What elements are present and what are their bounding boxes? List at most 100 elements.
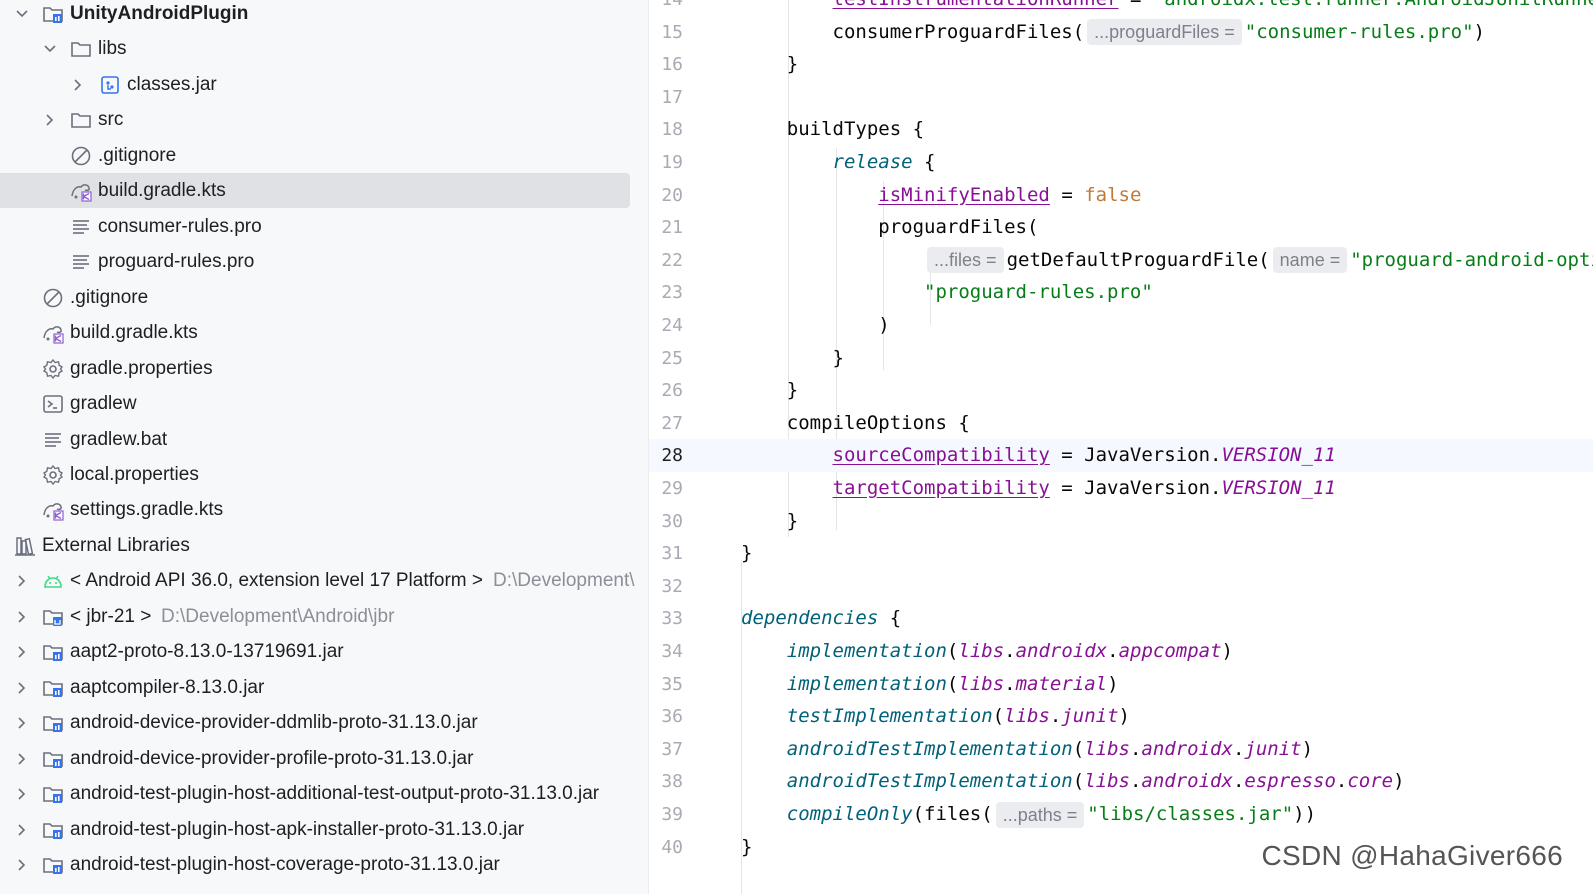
code-line[interactable]: 24 ): [649, 309, 1593, 342]
code-text[interactable]: proguardFiles(: [741, 211, 1038, 244]
tree-item[interactable]: android-device-provider-profile-proto-31…: [0, 741, 648, 776]
chevron-right-icon[interactable]: [14, 573, 30, 589]
chevron-right-icon[interactable]: [14, 715, 30, 731]
tree-item[interactable]: gradle.properties: [0, 351, 648, 386]
chevron-right-icon[interactable]: [70, 77, 86, 93]
tree-item[interactable]: .gitignore: [0, 138, 648, 173]
tree-item[interactable]: consumer-rules.pro: [0, 209, 648, 244]
tree-item[interactable]: aapt2-proto-8.13.0-13719691.jar: [0, 634, 648, 669]
code-line[interactable]: 39 compileOnly(files(...paths = "libs/cla…: [649, 798, 1593, 831]
code-text[interactable]: compileOptions {: [741, 407, 970, 440]
code-line[interactable]: 38 androidTestImplementation(libs.androi…: [649, 765, 1593, 798]
code-line[interactable]: 28 sourceCompatibility = JavaVersion.VER…: [649, 439, 1593, 473]
chevron-down-icon[interactable]: [14, 6, 30, 22]
tree-item[interactable]: android-test-plugin-host-coverage-proto-…: [0, 847, 648, 882]
code-text[interactable]: testImplementation(libs.junit): [741, 700, 1130, 733]
tree-item[interactable]: proguard-rules.pro: [0, 244, 648, 279]
code-line[interactable]: 25 }: [649, 342, 1593, 375]
code-text[interactable]: consumerProguardFiles(...proguardFiles =…: [741, 16, 1485, 49]
code-editor[interactable]: 14 testInstrumentationRunner = "androidx…: [649, 0, 1593, 894]
tree-item[interactable]: aaptcompiler-8.13.0.jar: [0, 670, 648, 705]
code-line[interactable]: 35 implementation(libs.material): [649, 668, 1593, 701]
code-text[interactable]: "proguard-rules.pro": [741, 276, 1153, 309]
code-text[interactable]: }: [741, 505, 798, 538]
code-text[interactable]: testInstrumentationRunner = "androidx.te…: [741, 0, 1593, 16]
android-icon: [42, 570, 64, 592]
code-line[interactable]: 30 }: [649, 505, 1593, 538]
code-text[interactable]: ...files = getDefaultProguardFile(name = "…: [741, 244, 1593, 277]
code-text[interactable]: implementation(libs.material): [741, 668, 1119, 701]
code-line[interactable]: 21 proguardFiles(: [649, 211, 1593, 244]
chevron-right-icon[interactable]: [14, 822, 30, 838]
code-text[interactable]: androidTestImplementation(libs.androidx.…: [741, 733, 1313, 766]
chevron-right-icon[interactable]: [14, 644, 30, 660]
chevron-down-icon[interactable]: [42, 41, 58, 57]
code-line[interactable]: 37 androidTestImplementation(libs.androi…: [649, 733, 1593, 766]
tree-item[interactable]: local.properties: [0, 457, 648, 492]
tree-item[interactable]: .gitignore: [0, 280, 648, 315]
code-text[interactable]: }: [741, 342, 844, 375]
code-line[interactable]: 23 "proguard-rules.pro": [649, 276, 1593, 309]
code-text[interactable]: buildTypes {: [741, 113, 924, 146]
code-text[interactable]: }: [741, 374, 798, 407]
code-text[interactable]: compileOnly(files(...paths = "libs/classe…: [741, 798, 1316, 831]
code-line[interactable]: 26 }: [649, 374, 1593, 407]
chevron-right-icon[interactable]: [14, 751, 30, 767]
tree-item[interactable]: build.gradle.kts: [0, 315, 648, 350]
code-line[interactable]: 20 isMinifyEnabled = false: [649, 179, 1593, 212]
tree-item[interactable]: android-device-provider-ddmlib-proto-31.…: [0, 705, 648, 740]
code-text[interactable]: dependencies {: [741, 602, 901, 635]
code-line[interactable]: 33 dependencies {: [649, 602, 1593, 635]
tree-item[interactable]: External Libraries: [0, 528, 648, 563]
chevron-right-icon[interactable]: [42, 112, 58, 128]
chevron-right-icon[interactable]: [14, 680, 30, 696]
code-line[interactable]: 22 ...files = getDefaultProguardFile(name…: [649, 244, 1593, 277]
code-text[interactable]: release {: [741, 146, 936, 179]
line-number: 17: [661, 86, 683, 108]
tree-item[interactable]: UnityAndroidPlugin: [0, 0, 648, 31]
code-line[interactable]: 36 testImplementation(libs.junit): [649, 700, 1593, 733]
code-line[interactable]: 19 release {: [649, 146, 1593, 179]
tree-item[interactable]: classes.jar: [0, 67, 648, 102]
chevron-right-icon[interactable]: [14, 609, 30, 625]
tree-item[interactable]: android-test-plugin-host-apk-installer-p…: [0, 812, 648, 847]
tree-item-label: android-test-plugin-host-coverage-proto-…: [70, 853, 500, 875]
code-line[interactable]: 32: [649, 570, 1593, 603]
code-text[interactable]: implementation(libs.androidx.appcompat): [741, 635, 1233, 668]
code-line[interactable]: 17: [649, 81, 1593, 114]
code-line[interactable]: 29 targetCompatibility = JavaVersion.VER…: [649, 472, 1593, 505]
line-number: 15: [661, 21, 683, 43]
code-line[interactable]: 31}: [649, 537, 1593, 570]
tree-item-label: proguard-rules.pro: [98, 250, 255, 272]
code-text[interactable]: isMinifyEnabled = false: [741, 179, 1141, 212]
library-jar-icon: [42, 677, 64, 699]
code-line[interactable]: 34 implementation(libs.androidx.appcompa…: [649, 635, 1593, 668]
tree-item[interactable]: < Android API 36.0, extension level 17 P…: [0, 563, 648, 598]
code-text[interactable]: }: [741, 831, 752, 864]
gradle-kts-icon: [70, 180, 92, 202]
code-text[interactable]: targetCompatibility = JavaVersion.VERSIO…: [741, 472, 1336, 505]
code-text[interactable]: sourceCompatibility = JavaVersion.VERSIO…: [741, 439, 1336, 472]
gear-icon: [42, 358, 64, 380]
tree-item[interactable]: gradlew.bat: [0, 422, 648, 457]
tree-item[interactable]: < jbr-21 > D:\Development\Android\jbr: [0, 599, 648, 634]
code-text[interactable]: }: [741, 537, 752, 570]
tree-item[interactable]: build.gradle.kts: [0, 173, 648, 208]
tree-item[interactable]: src: [0, 102, 648, 137]
tree-item[interactable]: settings.gradle.kts: [0, 492, 648, 527]
library-jar-icon: [42, 712, 64, 734]
code-line[interactable]: 16 }: [649, 48, 1593, 81]
tree-item[interactable]: libs: [0, 31, 648, 66]
code-line[interactable]: 18 buildTypes {: [649, 113, 1593, 146]
code-line[interactable]: 27 compileOptions {: [649, 407, 1593, 440]
tree-item-label: .gitignore: [70, 286, 149, 308]
tree-item[interactable]: android-test-plugin-host-additional-test…: [0, 776, 648, 811]
code-line[interactable]: 15 consumerProguardFiles(...proguardFile…: [649, 16, 1593, 49]
code-text[interactable]: androidTestImplementation(libs.androidx.…: [741, 765, 1405, 798]
code-text[interactable]: }: [741, 48, 798, 81]
tree-item[interactable]: gradlew: [0, 386, 648, 421]
code-line[interactable]: 14 testInstrumentationRunner = "androidx…: [649, 0, 1593, 16]
chevron-right-icon[interactable]: [14, 857, 30, 873]
chevron-right-icon[interactable]: [14, 786, 30, 802]
code-text[interactable]: ): [741, 309, 889, 342]
